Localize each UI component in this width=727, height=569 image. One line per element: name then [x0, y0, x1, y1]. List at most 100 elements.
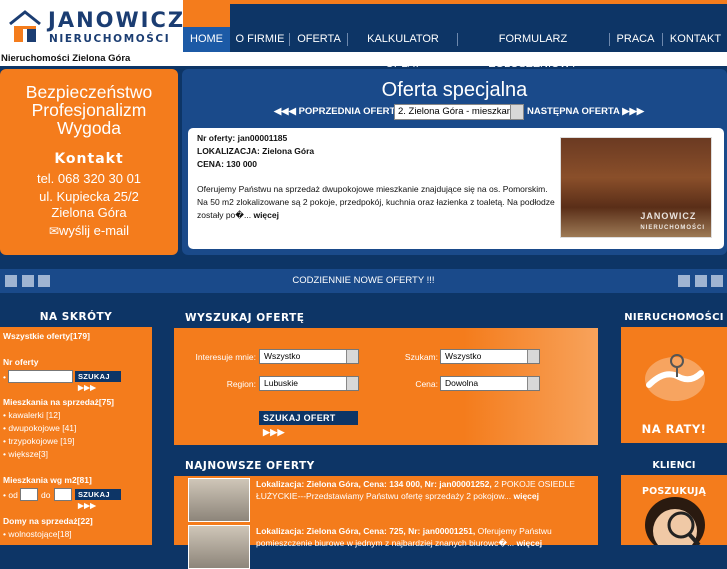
search-title: WYSZUKAJ OFERTĘ	[174, 305, 598, 328]
flats-item-3[interactable]: • trzypokojowe [19]	[3, 436, 75, 446]
flats-m2-title: Mieszkania wg m2[81]	[3, 475, 92, 485]
offer-number: Nr oferty: jan00001185	[197, 133, 288, 143]
newest-offer-2-more[interactable]: więcej	[517, 538, 543, 548]
nav-o-firmie[interactable]: O FIRMIE	[233, 27, 287, 52]
region-value: Lubuskie	[264, 378, 299, 388]
nav-kontakt[interactable]: KONTAKT	[666, 27, 725, 52]
newest-offer-1-more[interactable]: więcej	[513, 491, 539, 501]
m2-search-button[interactable]: SZUKAJ ▶▶▶	[75, 489, 121, 510]
interest-value: Wszystko	[264, 351, 301, 361]
offer-price: CENA: 130 000	[197, 159, 258, 169]
slogan-1: Bezpieczeństwo	[25, 82, 153, 102]
strip-text: CODZIENNIE NOWE OFERTY !!!	[292, 275, 435, 286]
magnifier-person-icon	[645, 497, 705, 545]
logo[interactable]: JANOWICZ NIERUCHOMOŚCI	[0, 0, 183, 52]
m2-from-input[interactable]	[20, 488, 38, 501]
offer-number-input[interactable]	[8, 370, 73, 383]
nr-oferty-label: Nr oferty	[3, 357, 39, 367]
bullet: •	[3, 372, 6, 382]
nav-separator	[609, 33, 610, 46]
search-offers-button[interactable]: SZUKAJ OFERT ▶▶▶	[259, 411, 358, 437]
offer-select[interactable]: 2. Zielona Góra - mieszkanie	[394, 104, 524, 120]
strip-square-icon[interactable]	[695, 275, 707, 287]
search-offers-label: SZUKAJ OFERT	[263, 413, 336, 423]
chevron-down-icon	[510, 105, 523, 119]
price-value: Dowolna	[445, 378, 479, 388]
nav-separator	[457, 33, 458, 46]
nr-search-label: SZUKAJ	[78, 372, 110, 381]
offer-select-value: 2. Zielona Góra - mieszkanie	[398, 106, 520, 117]
m2-to-input[interactable]	[54, 488, 72, 501]
flats-item-1[interactable]: • kawalerki [12]	[3, 410, 60, 420]
strip-square-icon[interactable]	[38, 275, 50, 287]
nav-praca[interactable]: PRACA	[613, 27, 658, 52]
price-select[interactable]: Dowolna	[440, 376, 540, 391]
strip-square-icon[interactable]	[678, 275, 690, 287]
double-arrow-left-icon: ◀◀◀	[274, 106, 296, 117]
nr-search-button[interactable]: SZUKAJ ▶▶▶	[75, 371, 121, 392]
nav-home[interactable]: HOME	[183, 4, 230, 52]
search-panel: WYSZUKAJ OFERTĘ Interesuje mnie: Wszystk…	[174, 305, 598, 445]
newest-offer-2-head: Lokalizacja: Zielona Góra, Cena: 725, Nr…	[256, 526, 476, 536]
nav-formularz[interactable]: FORMULARZ ZGŁOSZENIOWY	[461, 27, 605, 70]
looking-select[interactable]: Wszystko	[440, 349, 540, 364]
slogan-2: Profesjonalizm	[31, 100, 147, 120]
looking-value: Wszystko	[445, 351, 482, 361]
flats-item-4-label: większe[3]	[8, 449, 49, 459]
next-offer-link[interactable]: NASTĘPNA OFERTA ▶▶▶	[527, 106, 644, 117]
houses-item-1[interactable]: • wolnostojące[18]	[3, 529, 72, 539]
photo-watermark: JANOWICZ NIERUCHOMOŚCI	[640, 211, 705, 231]
flats-item-1-label: kawalerki [12]	[8, 410, 61, 420]
do-label: do	[41, 490, 51, 500]
slogan-3: Wygoda	[56, 118, 122, 138]
nav-kalkulator[interactable]: KALKULATOR OPŁAT	[351, 27, 455, 70]
offer-more-link[interactable]: więcej	[253, 210, 279, 220]
flats-item-4[interactable]: • większe[3]	[3, 449, 48, 459]
flats-item-2-label: dwupokojowe [41]	[8, 423, 77, 433]
strip-square-icon[interactable]	[22, 275, 34, 287]
offer-photo[interactable]: JANOWICZ NIERUCHOMOŚCI	[560, 137, 712, 238]
clients-ad-title: KLIENCI POSZUKUJĄ	[621, 453, 727, 497]
installments-ad-title: NIERUCHOMOŚCI	[621, 305, 727, 327]
clients-looking-ad[interactable]: KLIENCI POSZUKUJĄ	[621, 453, 727, 545]
interest-select[interactable]: Wszystko	[259, 349, 359, 364]
logo-title: JANOWICZ	[48, 8, 186, 32]
nav-separator	[347, 33, 348, 46]
next-offer-label: NASTĘPNA OFERTA	[527, 106, 620, 117]
region-label: Region:	[226, 379, 256, 389]
newest-offer-2: Lokalizacja: Zielona Góra, Cena: 725, Nr…	[256, 525, 596, 549]
newest-offer-1-head: Lokalizacja: Zielona Góra, Cena: 134 000…	[256, 479, 492, 489]
region-select[interactable]: Lubuskie	[259, 376, 359, 391]
interest-label: Interesuje mnie:	[195, 352, 256, 362]
all-offers-link[interactable]: Wszystkie oferty[179]	[3, 331, 90, 341]
nav-oferta[interactable]: OFERTA	[293, 27, 345, 52]
special-title: Oferta specjalna	[381, 79, 528, 101]
strip-square-icon[interactable]	[5, 275, 17, 287]
email-label: wyślij e-mail	[59, 223, 130, 238]
flats-sale-title[interactable]: Mieszkania na sprzedaż[75]	[3, 397, 114, 407]
special-offer-panel: Nr oferty: jan00001185 LOKALIZACJA: Ziel…	[188, 128, 724, 249]
m2-search-label: SZUKAJ	[78, 490, 110, 499]
contact-address-1: ul. Kupiecka 25/2	[39, 189, 139, 204]
flats-item-2[interactable]: • dwupokojowe [41]	[3, 423, 76, 433]
special-offer: Oferta specjalna ◀◀◀ POPRZEDNIA OFERTA 2…	[182, 69, 727, 255]
houses-item-1-label: wolnostojące[18]	[8, 529, 72, 539]
chevron-down-icon	[527, 350, 539, 363]
price-label: Cena:	[415, 379, 438, 389]
installments-ad[interactable]: NIERUCHOMOŚCI NA RATY!	[621, 305, 727, 443]
handshake-keys-icon	[645, 354, 705, 401]
double-arrow-right-icon: ▶▶▶	[622, 106, 645, 117]
strip-square-icon[interactable]	[711, 275, 723, 287]
newest-offers: NAJNOWSZE OFERTY Lokalizacja: Zielona Gó…	[174, 453, 598, 569]
breadcrumb: Nieruchomości Zielona Góra	[0, 52, 727, 66]
prev-offer-link[interactable]: ◀◀◀ POPRZEDNIA OFERTA	[274, 106, 401, 117]
houses-sale-title[interactable]: Domy na sprzedaż[22]	[3, 516, 93, 526]
newest-title: NAJNOWSZE OFERTY	[174, 453, 598, 476]
offer-description: Oferujemy Państwu na sprzedaż dwupokojow…	[197, 183, 557, 222]
news-strip: CODZIENNIE NOWE OFERTY !!!	[0, 269, 727, 293]
offer-thumbnail[interactable]	[188, 478, 250, 522]
installments-ad-text: NA RATY!	[641, 422, 707, 436]
offer-thumbnail[interactable]	[188, 525, 250, 569]
email-link[interactable]: ✉wyślij e-mail	[0, 223, 178, 239]
logo-subtitle: NIERUCHOMOŚCI	[49, 33, 171, 45]
